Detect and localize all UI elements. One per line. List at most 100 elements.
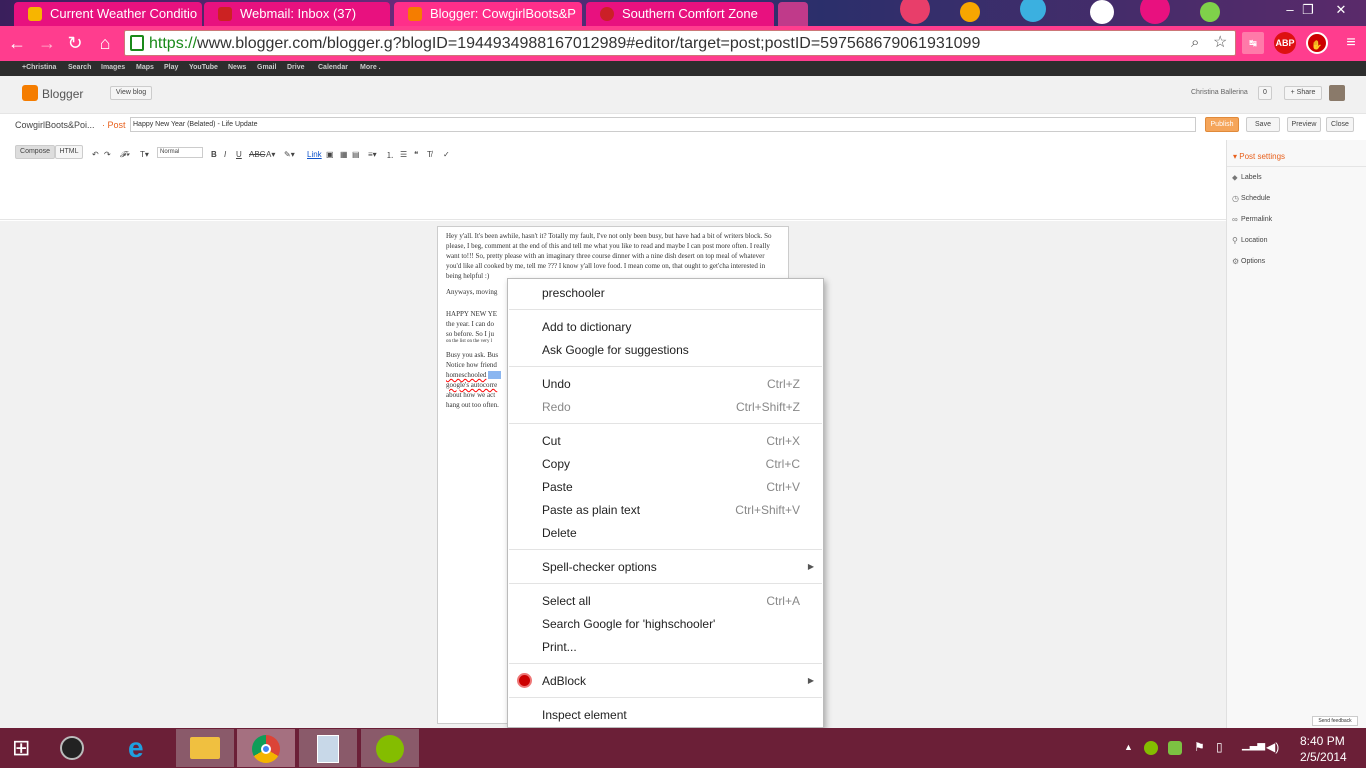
spotify-tray-icon[interactable]	[1144, 741, 1158, 755]
gbar-link[interactable]: Calendar	[318, 64, 348, 71]
battery-icon[interactable]: ▯	[1216, 740, 1223, 754]
menu-item-suggestion[interactable]: preschooler	[542, 286, 605, 300]
selected-word[interactable]: high	[488, 371, 501, 379]
sidebar-item-location[interactable]: Location	[1241, 237, 1267, 244]
sync-tray-icon[interactable]	[1168, 741, 1182, 755]
avatar[interactable]	[1329, 85, 1345, 101]
app-icon[interactable]	[60, 736, 84, 760]
link-button[interactable]: Link	[307, 150, 322, 159]
blog-name[interactable]: CowgirlBoots&Poi...	[15, 120, 95, 130]
save-button[interactable]: Save	[1246, 117, 1280, 132]
adblock-icon[interactable]: ✋	[1306, 32, 1328, 54]
menu-item-paste[interactable]: Paste	[542, 480, 573, 494]
menu-item-inspect-element[interactable]: Inspect element	[542, 708, 627, 722]
gbar-link[interactable]: YouTube	[189, 64, 218, 71]
menu-item-search-google[interactable]: Search Google for 'highschooler'	[542, 617, 715, 631]
volume-icon[interactable]: ◀)	[1266, 740, 1279, 754]
menu-item-copy[interactable]: Copy	[542, 457, 570, 471]
forward-icon[interactable]: →	[36, 32, 58, 54]
bookmark-star-icon[interactable]: ☆	[1213, 32, 1227, 52]
gbar-link[interactable]: More .	[360, 64, 381, 71]
menu-item-paste-plain[interactable]: Paste as plain text	[542, 503, 640, 517]
text-color-icon[interactable]: A▾	[266, 150, 275, 159]
gbar-link[interactable]: Play	[164, 64, 178, 71]
gbar-link[interactable]: Gmail	[257, 64, 276, 71]
menu-item-ask-google[interactable]: Ask Google for suggestions	[542, 343, 689, 357]
bold-icon[interactable]: B	[211, 150, 217, 159]
tab-blogger[interactable]: Blogger: CowgirlBoots&P	[394, 2, 582, 26]
jump-break-icon[interactable]: ▤	[352, 150, 360, 159]
home-icon[interactable]: ⌂	[94, 32, 116, 54]
view-blog-button[interactable]: View blog	[110, 86, 152, 100]
redo-icon[interactable]: ↷	[104, 150, 111, 159]
send-feedback-button[interactable]: Send feedback	[1312, 716, 1358, 726]
menu-item-print[interactable]: Print...	[542, 640, 577, 654]
clock-date[interactable]: 2/5/2014	[1300, 750, 1347, 764]
bullet-list-icon[interactable]: ☰	[400, 150, 407, 159]
windows-start-icon[interactable]: ⊞	[12, 737, 30, 759]
close-window-icon[interactable]: ✕	[1326, 0, 1356, 20]
extension-icon[interactable]: ↹	[1242, 32, 1264, 54]
gbar-link[interactable]: Maps	[136, 64, 154, 71]
numbered-list-icon[interactable]: ⒈	[386, 150, 394, 161]
reload-icon[interactable]: ↻	[64, 32, 86, 54]
sidebar-item-permalink[interactable]: Permalink	[1241, 216, 1272, 223]
share-button[interactable]: + Share	[1284, 86, 1322, 100]
gbar-link[interactable]: News	[228, 64, 246, 71]
quote-icon[interactable]: ❝	[414, 150, 418, 159]
close-post-button[interactable]: Close	[1326, 117, 1354, 132]
publish-button[interactable]: Publish	[1205, 117, 1239, 132]
font-family-icon[interactable]: 𝓕▾	[120, 150, 129, 160]
taskbar-app-chrome[interactable]	[237, 729, 295, 767]
sidebar-item-labels[interactable]: Labels	[1241, 174, 1262, 181]
highlight-icon[interactable]: ✎▾	[284, 150, 295, 159]
gbar-link[interactable]: Drive	[287, 64, 305, 71]
menu-item-spellchecker-options[interactable]: Spell-checker options	[542, 560, 657, 574]
menu-icon[interactable]: ≡	[1340, 32, 1362, 54]
post-title-input[interactable]: Happy New Year (Belated) - Life Update	[130, 117, 1196, 132]
menu-item-delete[interactable]: Delete	[542, 526, 577, 540]
align-icon[interactable]: ≡▾	[368, 150, 377, 159]
search-icon[interactable]: ⌕	[1191, 34, 1199, 51]
back-icon[interactable]: ←	[6, 32, 28, 54]
undo-icon[interactable]: ↶	[92, 150, 99, 159]
image-icon[interactable]: ▣	[326, 150, 334, 159]
video-icon[interactable]: ▦	[340, 150, 348, 159]
tab-weather[interactable]: Current Weather Conditio	[14, 2, 202, 26]
address-bar[interactable]: https://www.blogger.com/blogger.g?blogID…	[124, 30, 1236, 56]
tray-arrow-icon[interactable]: ▲	[1124, 742, 1133, 752]
signal-icon[interactable]: ▁▃▅	[1242, 740, 1265, 751]
italic-icon[interactable]: I	[224, 150, 226, 159]
remove-format-icon[interactable]: T̸	[427, 150, 432, 159]
user-name[interactable]: Christina Ballerina	[1191, 89, 1248, 96]
restore-icon[interactable]: ❐	[1294, 0, 1322, 20]
notification-count[interactable]: 0	[1258, 86, 1272, 100]
html-tab[interactable]: HTML	[55, 145, 83, 159]
strikethrough-icon[interactable]: ABC	[249, 150, 265, 159]
flag-icon[interactable]: ⚑	[1194, 740, 1205, 754]
menu-item-add-to-dictionary[interactable]: Add to dictionary	[542, 320, 631, 334]
gbar-link[interactable]: Search	[68, 64, 91, 71]
gbar-link[interactable]: +Christina	[22, 64, 56, 71]
sidebar-item-options[interactable]: Options	[1241, 258, 1265, 265]
taskbar-app-spotify[interactable]	[361, 729, 419, 767]
menu-item-adblock[interactable]: AdBlock	[542, 674, 586, 688]
menu-item-select-all[interactable]: Select all	[542, 594, 591, 608]
tab-pinterest[interactable]: Southern Comfort Zone	[586, 2, 774, 26]
abp-icon[interactable]: ABP	[1274, 32, 1296, 54]
sidebar-item-schedule[interactable]: Schedule	[1241, 195, 1270, 202]
internet-explorer-icon[interactable]: e	[128, 732, 144, 764]
taskbar-app-explorer[interactable]	[176, 729, 234, 767]
tab-webmail[interactable]: Webmail: Inbox (37)	[204, 2, 390, 26]
preview-button[interactable]: Preview	[1287, 117, 1321, 132]
new-tab-button[interactable]	[778, 2, 808, 26]
menu-item-undo[interactable]: Undo	[542, 377, 571, 391]
post-settings-title[interactable]: ▾ Post settings	[1233, 152, 1285, 161]
compose-tab[interactable]: Compose	[15, 145, 55, 159]
spellcheck-icon[interactable]: ✓	[443, 150, 450, 159]
clock-time[interactable]: 8:40 PM	[1300, 734, 1345, 748]
taskbar-app-files[interactable]	[299, 729, 357, 767]
format-select[interactable]: Normal	[157, 147, 203, 158]
blogger-logo-text[interactable]: Blogger	[42, 87, 83, 101]
menu-item-cut[interactable]: Cut	[542, 434, 561, 448]
